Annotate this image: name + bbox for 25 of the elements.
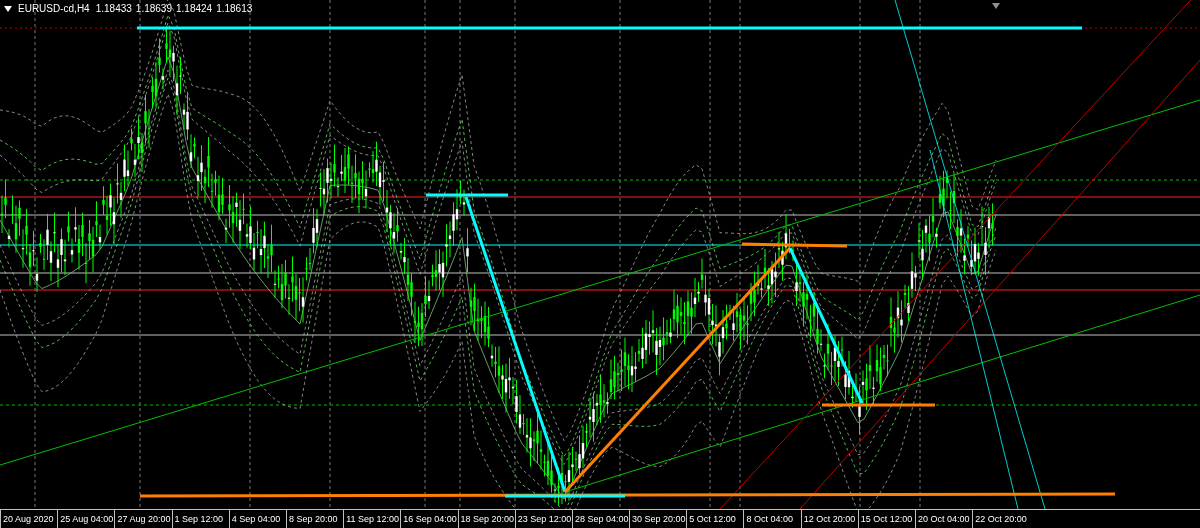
time-axis-label: 20 Aug 2020 [0,510,58,528]
time-axis-label: 23 Sep 12:00 [514,510,572,528]
dropdown-triangle-icon[interactable] [4,5,12,12]
time-axis-label: 18 Sep 20:00 [457,510,515,528]
time-axis-label: 11 Sep 12:00 [343,510,401,528]
time-axis-label: 22 Oct 20:00 [972,510,1030,528]
price-value: 1.18433 [95,3,132,14]
price-value: 1.18639 [135,3,172,14]
price-value: 1.18613 [216,3,253,14]
time-axis-label: 5 Oct 12:00 [686,510,744,528]
time-axis-label: 27 Aug 20:00 [114,510,172,528]
time-axis-label: 4 Sep 04:00 [228,510,286,528]
price-value: 1.18424 [176,3,213,14]
chart-symbol: EURUSD-cd,H4 [18,3,90,14]
time-axis-label: 8 Oct 04:00 [743,510,801,528]
time-axis-label: 28 Sep 04:00 [571,510,630,528]
time-axis-label: 12 Oct 20:00 [800,510,858,528]
time-axis-label: 30 Sep 20:00 [629,510,687,528]
time-axis-label: 8 Sep 20:00 [285,510,344,528]
time-axis-label: 1 Sep 12:00 [171,510,229,528]
time-axis-label: 16 Sep 04:00 [400,510,458,528]
triangle-marker-icon [992,3,1000,9]
time-axis-label: 15 Oct 12:00 [857,510,915,528]
time-axis-label: 25 Aug 04:00 [57,510,115,528]
time-axis-label: 20 Oct 04:00 [915,510,973,528]
